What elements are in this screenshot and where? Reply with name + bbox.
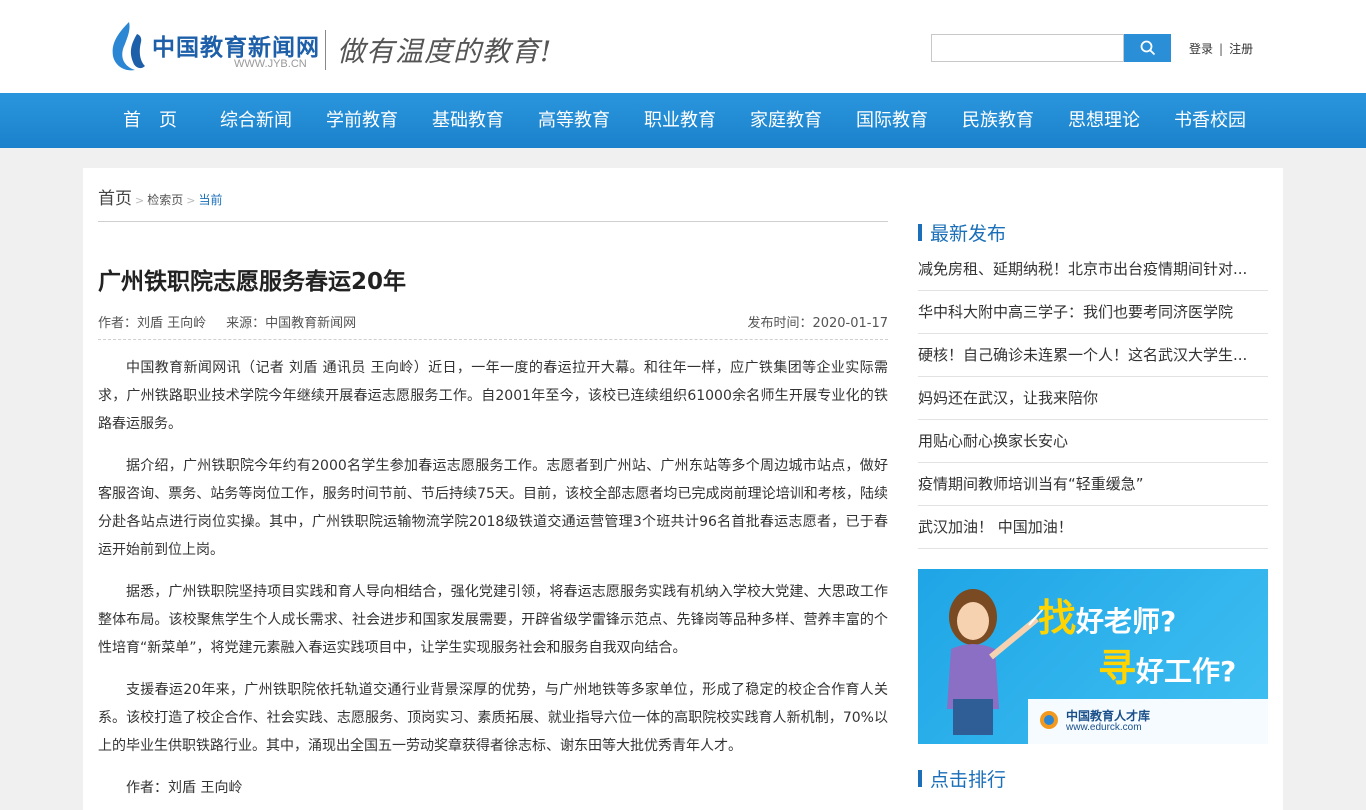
logo-flame-icon[interactable] xyxy=(107,20,147,74)
talent-ad-banner[interactable]: 找好老师? 寻好工作? 中国教育人才库 www.edurck.com xyxy=(918,569,1268,744)
article-title: 广州铁职院志愿服务春运20年 xyxy=(98,269,407,295)
nav-item-basic-education[interactable]: 基础教育 xyxy=(432,93,504,148)
breadcrumb-home[interactable]: 首页 xyxy=(98,189,132,209)
article-paragraph: 支援春运20年来，广州铁职院依托轨道交通行业背景深厚的优势，与广州地铁等多家单位… xyxy=(98,682,888,754)
nav-item-family[interactable]: 家庭教育 xyxy=(750,93,822,148)
logo-slogan: 做有温度的教育! xyxy=(337,35,553,68)
nav-item-vocational[interactable]: 职业教育 xyxy=(644,93,716,148)
banner-url: www.edurck.com xyxy=(1066,722,1142,733)
latest-list-item[interactable]: 疫情期间教师培训当有“轻重缓急” xyxy=(918,463,1268,506)
login-link[interactable]: 登录 xyxy=(1189,42,1213,56)
chevron-right-icon: > xyxy=(186,194,196,207)
nav-item-higher-education[interactable]: 高等教育 xyxy=(538,93,610,148)
article-date: 发布时间：2020-01-17 xyxy=(747,316,888,331)
nav-item-ethnic[interactable]: 民族教育 xyxy=(962,93,1034,148)
latest-list: 减免房租、延期纳税！北京市出台疫情期间针对... 华中科大附中高三学子：我们也要… xyxy=(918,248,1268,549)
search-icon xyxy=(1140,40,1155,56)
nav-item-theory[interactable]: 思想理论 xyxy=(1068,93,1140,148)
latest-list-item[interactable]: 硬核！自己确诊未连累一个人！这名武汉大学生... xyxy=(918,334,1268,377)
article-source: 来源：中国教育新闻网 xyxy=(226,316,357,331)
breadcrumb-divider xyxy=(98,221,888,222)
register-link[interactable]: 注册 xyxy=(1229,42,1253,56)
ranking-section-title: 点击排行 xyxy=(918,765,1006,792)
site-header: 中国教育新闻网 WWW.JYB.CN 做有温度的教育! 登录 | 注册 xyxy=(0,0,1366,93)
logo-url: WWW.JYB.CN xyxy=(234,58,307,70)
breadcrumb-search[interactable]: 检索页 xyxy=(147,193,183,207)
banner-line-2: 寻好工作? xyxy=(1098,646,1237,690)
nav-item-international[interactable]: 国际教育 xyxy=(856,93,928,148)
latest-list-item[interactable]: 妈妈还在武汉，让我来陪你 xyxy=(918,377,1268,420)
article-paragraph: 据介绍，广州铁职院今年约有2000名学生参加春运志愿服务工作。志愿者到广州站、广… xyxy=(98,458,888,558)
article-author: 作者：刘盾 王向岭 xyxy=(98,316,207,331)
banner-line-1: 找好老师? xyxy=(1038,596,1177,640)
link-separator: | xyxy=(1219,42,1224,56)
latest-section-title: 最新发布 xyxy=(918,219,1006,246)
meta-divider xyxy=(98,339,888,340)
article-paragraph: 中国教育新闻网讯（记者 刘盾 通讯员 王向岭）近日，一年一度的春运拉开大幕。和往… xyxy=(98,360,888,432)
breadcrumb: 首页 > 检索页 > 当前 xyxy=(98,184,222,209)
search-input[interactable] xyxy=(931,34,1124,62)
nav-item-home[interactable]: 首 页 xyxy=(123,93,177,148)
latest-list-item[interactable]: 武汉加油！ 中国加油！ xyxy=(918,506,1268,549)
search-button[interactable] xyxy=(1124,34,1171,62)
latest-list-item[interactable]: 华中科大附中高三学子：我们也要考同济医学院 xyxy=(918,291,1268,334)
header-links: 登录 | 注册 xyxy=(1189,40,1253,57)
article-byline: 作者：刘盾 王向岭 xyxy=(126,780,243,796)
chevron-right-icon: > xyxy=(135,194,145,207)
logo-divider xyxy=(325,30,326,70)
nav-item-campus-reading[interactable]: 书香校园 xyxy=(1174,93,1246,148)
latest-list-item[interactable]: 减免房租、延期纳税！北京市出台疫情期间针对... xyxy=(918,248,1268,291)
breadcrumb-current: 当前 xyxy=(198,193,223,207)
latest-list-item[interactable]: 用贴心耐心换家长安心 xyxy=(918,420,1268,463)
talent-pool-logo-icon xyxy=(1040,711,1058,729)
main-nav: 首 页 综合新闻 学前教育 基础教育 高等教育 职业教育 家庭教育 国际教育 民… xyxy=(0,93,1366,148)
logo-name[interactable]: 中国教育新闻网 xyxy=(152,28,320,62)
nav-item-general-news[interactable]: 综合新闻 xyxy=(220,93,292,148)
article-body: 中国教育新闻网讯（记者 刘盾 通讯员 王向岭）近日，一年一度的春运拉开大幕。和往… xyxy=(98,354,888,810)
nav-item-preschool[interactable]: 学前教育 xyxy=(326,93,398,148)
article-meta: 作者：刘盾 王向岭 来源：中国教育新闻网 发布时间：2020-01-17 xyxy=(98,312,888,331)
article-paragraph: 据悉，广州铁职院坚持项目实践和育人导向相结合，强化党建引领，将春运志愿服务实践有… xyxy=(98,584,888,656)
teacher-illustration-icon xyxy=(947,589,1043,735)
